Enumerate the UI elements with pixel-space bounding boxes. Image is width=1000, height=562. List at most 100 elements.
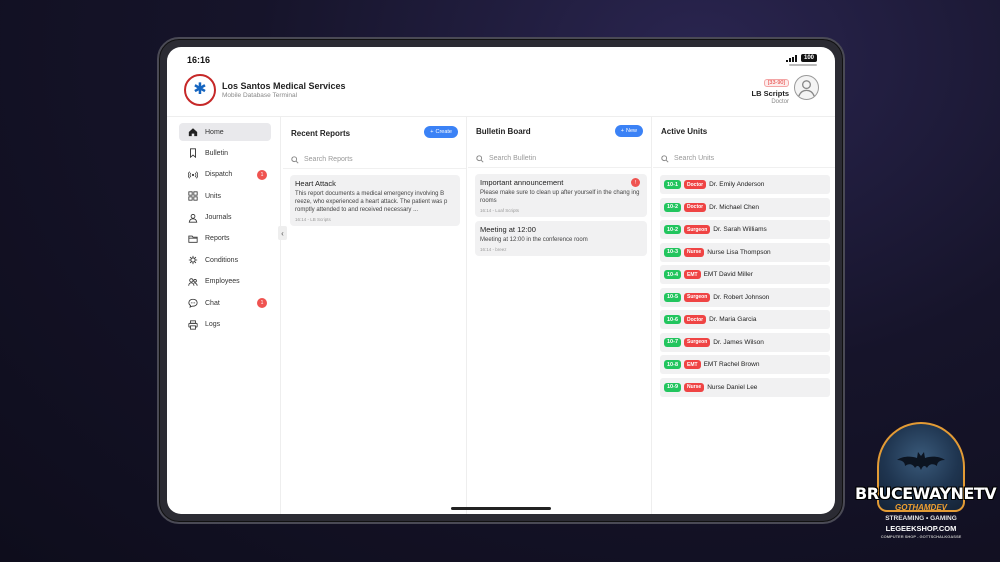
unit-name: Dr. Sarah Williams xyxy=(713,226,767,233)
sidebar-item-chat[interactable]: Chat 1 xyxy=(179,294,271,312)
unit-callsign-badge: 10-5 xyxy=(664,292,682,302)
unit-callsign-badge: 10-2 xyxy=(664,225,682,234)
unit-callsign-badge: 10-6 xyxy=(664,315,682,324)
sidebar-item-bulletin[interactable]: Bulletin xyxy=(179,144,271,162)
report-card[interactable]: Heart Attack This report documents a med… xyxy=(290,175,460,226)
sidebar-nav: Home Bulletin Dispatch 1 Units Journals Report… xyxy=(179,123,271,337)
signal-icon xyxy=(785,54,797,62)
unit-name: Nurse Lisa Thompson xyxy=(707,248,771,256)
sidebar-item-label: Reports xyxy=(205,235,230,243)
bulletin-card[interactable]: Important announcement Please make sure … xyxy=(475,174,647,217)
create-report-button[interactable]: + Create xyxy=(424,126,458,138)
sidebar-item-label: Bulletin xyxy=(205,149,228,157)
reports-title: Recent Reports xyxy=(291,129,351,138)
unit-role-badge: Surgeon xyxy=(684,337,711,347)
unit-callsign-badge: 10-7 xyxy=(664,337,682,347)
unit-row[interactable]: 10-3 Nurse Nurse Lisa Thompson xyxy=(660,242,830,262)
battery-icon: 100 xyxy=(800,54,817,62)
sidebar-item-reports[interactable]: Reports xyxy=(179,230,271,248)
sidebar-item-label: Units xyxy=(205,192,221,200)
status-indicators: 100 xyxy=(785,54,817,62)
search-units-placeholder: Search Units xyxy=(674,155,715,162)
watermark-tagline: STREAMING • GAMING xyxy=(885,515,957,522)
sidebar-item-conditions[interactable]: Conditions xyxy=(179,251,271,269)
watermark-title: BRUCEWAYNETV xyxy=(855,484,997,503)
sidebar-item-label: Conditions xyxy=(205,256,239,264)
unit-row[interactable]: 10-6 Doctor Dr. Maria Garcia xyxy=(660,310,830,329)
pull-indicator xyxy=(789,64,817,66)
unit-role-badge: Nurse xyxy=(684,382,705,392)
sidebar-item-home[interactable]: Home xyxy=(179,123,271,141)
users-icon xyxy=(187,276,199,288)
create-label: Create xyxy=(435,129,452,135)
bookmark-icon xyxy=(187,147,199,159)
unit-row[interactable]: 10-8 EMT EMT Rachel Brown xyxy=(660,355,830,374)
units-title: Active Units xyxy=(661,127,708,136)
status-bar: 16:16 100 xyxy=(167,47,835,71)
folder-icon xyxy=(187,233,199,245)
unit-row[interactable]: 10-5 Surgeon Dr. Robert Johnson xyxy=(660,287,830,307)
printer-icon xyxy=(187,319,199,331)
report-body: This report documents a medical emergenc… xyxy=(295,191,448,213)
unit-row[interactable]: 10-4 EMT EMT David Miller xyxy=(660,265,830,284)
bulletin-item-meta: 16:14 - breez xyxy=(480,247,507,252)
sidebar-item-dispatch[interactable]: Dispatch 1 xyxy=(179,166,271,184)
unit-role-badge: EMT xyxy=(684,360,701,369)
alert-badge: ! xyxy=(631,178,640,187)
user-icon xyxy=(187,212,199,224)
unit-row[interactable]: 10-1 Doctor Dr. Emily Anderson xyxy=(660,175,830,194)
recent-reports-panel: Recent Reports + Create Search Reports H… xyxy=(283,117,467,514)
user-avatar-icon[interactable] xyxy=(794,75,819,100)
search-reports-input[interactable]: Search Reports xyxy=(283,151,466,169)
search-bulletin-input[interactable]: Search Bulletin xyxy=(468,150,651,168)
chat-icon xyxy=(187,297,199,309)
unit-row[interactable]: 10-7 Surgeon Dr. James Wilson xyxy=(660,332,830,352)
report-meta: 16:14 - LB Scripts xyxy=(295,217,331,222)
sidebar-item-units[interactable]: Units xyxy=(179,187,271,205)
sidebar-item-journals[interactable]: Journals xyxy=(179,209,271,227)
sidebar-item-label: Home xyxy=(205,128,224,136)
bulletin-item-meta: 16:14 - Loaf Scripts xyxy=(480,208,520,213)
status-time: 16:16 xyxy=(187,55,211,65)
unit-role-badge: Nurse xyxy=(684,247,705,257)
report-title: Heart Attack xyxy=(295,179,336,188)
search-icon xyxy=(291,155,299,164)
plus-icon: + xyxy=(620,128,624,134)
search-icon xyxy=(661,154,669,163)
new-bulletin-button[interactable]: + New xyxy=(614,125,643,137)
grid-icon xyxy=(187,190,199,202)
watermark-subtitle: GOTHAMDEV xyxy=(895,503,947,512)
new-label: New xyxy=(625,128,637,134)
user-name: LB Scripts xyxy=(751,89,789,98)
home-icon xyxy=(187,126,199,138)
unit-name: Dr. Michael Chen xyxy=(709,203,759,211)
unit-role-badge: Doctor xyxy=(684,180,707,189)
unit-callsign-badge: 10-9 xyxy=(664,382,682,392)
sidebar-item-label: Employees xyxy=(205,278,240,286)
unit-role-badge: Doctor xyxy=(684,202,707,212)
unit-name: Dr. James Wilson xyxy=(713,338,764,346)
unit-callsign-badge: 10-8 xyxy=(664,360,682,369)
sidebar-item-employees[interactable]: Employees xyxy=(179,273,271,291)
units-list: 10-1 Doctor Dr. Emily Anderson 10-2 Doctor Dr… xyxy=(660,175,830,400)
search-units-input[interactable]: Search Units xyxy=(653,150,835,168)
unit-row[interactable]: 10-9 Nurse Nurse Daniel Lee xyxy=(660,377,830,397)
search-bulletin-placeholder: Search Bulletin xyxy=(489,155,537,162)
notification-badge: 1 xyxy=(257,169,267,180)
bulletin-card[interactable]: Meeting at 12:00 Meeting at 12:00 in the… xyxy=(475,221,647,256)
sidebar-item-logs[interactable]: Logs xyxy=(179,316,271,334)
app-screen: 16:16 100 ✱ Los Santos Medical Services … xyxy=(167,47,835,514)
unit-callsign-badge: 10-3 xyxy=(664,247,682,257)
bat-logo-icon xyxy=(897,452,945,470)
notification-badge: 1 xyxy=(257,298,267,309)
unit-row[interactable]: 10-2 Doctor Dr. Michael Chen xyxy=(660,197,830,217)
home-indicator[interactable] xyxy=(451,507,551,510)
broadcast-icon xyxy=(187,169,199,181)
sidebar-item-label: Logs xyxy=(205,321,221,329)
sidebar-item-label: Dispatch xyxy=(205,171,233,179)
virus-icon xyxy=(187,254,199,266)
sidebar: Home Bulletin Dispatch 1 Units Journals Report… xyxy=(167,117,281,514)
unit-name: EMT Rachel Brown xyxy=(703,361,760,368)
star-of-life-logo-icon: ✱ xyxy=(184,74,216,106)
unit-row[interactable]: 10-2 Surgeon Dr. Sarah Williams xyxy=(660,220,830,239)
